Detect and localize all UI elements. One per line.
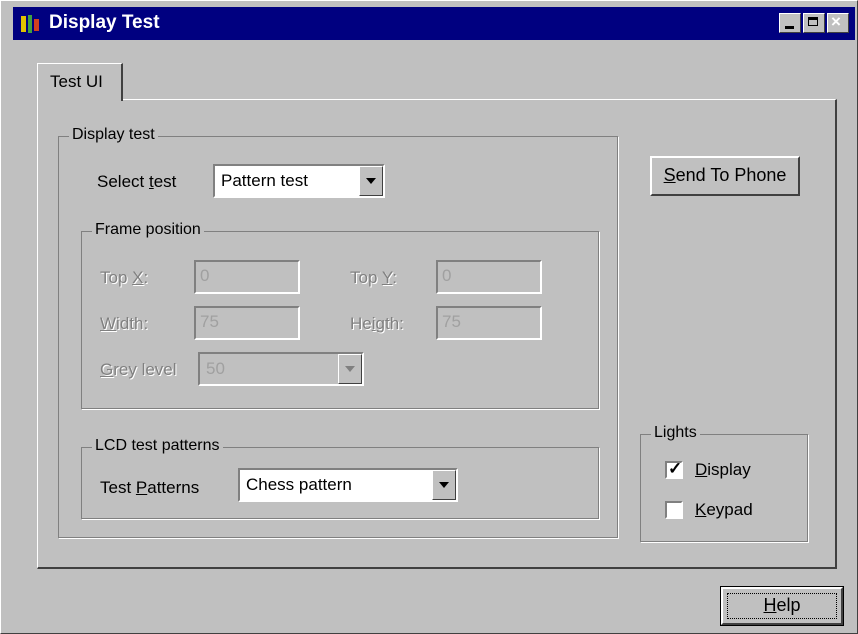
window-title: Display Test xyxy=(49,12,160,33)
app-icon xyxy=(21,15,39,33)
heigth-field: 75 xyxy=(436,306,542,340)
heigth-label: Heigth: xyxy=(350,314,404,333)
width-field: 75 xyxy=(194,306,300,340)
chevron-down-icon[interactable] xyxy=(432,470,456,500)
keypad-checkbox[interactable] xyxy=(665,501,683,519)
lcd-test-patterns-group: LCD test patterns Test Patterns Chess pa… xyxy=(81,437,599,519)
check-icon: ✓ xyxy=(668,459,683,478)
top-x-field: 0 xyxy=(194,260,300,294)
title-bar: Display Test × xyxy=(13,7,855,40)
select-test-label: Select test xyxy=(97,172,177,191)
chevron-down-icon xyxy=(338,354,362,384)
test-patterns-label: Test Patterns xyxy=(100,478,200,497)
top-x-label: Top X: xyxy=(100,268,149,287)
display-checkbox[interactable]: ✓ xyxy=(665,459,683,479)
close-icon: × xyxy=(831,12,841,31)
display-test-window: Display Test × Test UI Display test Sele… xyxy=(0,0,858,634)
top-y-label: Top Y: xyxy=(350,268,397,287)
keypad-checkbox-label: Keypad xyxy=(695,500,753,519)
tab-test-ui[interactable]: Test UI xyxy=(37,63,123,101)
lcd-test-patterns-group-label: LCD test patterns xyxy=(92,437,223,455)
frame-position-group-label: Frame position xyxy=(92,221,204,239)
send-to-phone-button[interactable]: Send To Phone xyxy=(650,156,800,196)
tab-label: Test UI xyxy=(50,72,103,91)
width-label: Width: xyxy=(100,314,149,333)
select-test-dropdown[interactable]: Pattern test xyxy=(213,164,385,198)
display-checkbox-label: Display xyxy=(695,460,751,479)
lights-group-label: Lights xyxy=(651,424,700,442)
top-y-field: 0 xyxy=(436,260,542,294)
display-test-group: Display test Select test Pattern test Fr… xyxy=(58,126,618,538)
frame-position-group: Frame position Top X: 0 Top Y: 0 Width: … xyxy=(81,221,599,409)
maximize-button[interactable] xyxy=(803,13,825,33)
grey-level-dropdown: 50 xyxy=(198,352,364,386)
help-button[interactable]: Help xyxy=(720,586,844,626)
close-button[interactable]: × xyxy=(827,12,849,33)
focus-rect xyxy=(727,593,837,619)
grey-level-value: 50 xyxy=(206,359,225,378)
test-patterns-dropdown[interactable]: Chess pattern xyxy=(238,468,458,502)
test-patterns-value: Chess pattern xyxy=(246,475,352,494)
lights-group: Lights ✓ Display Keypad xyxy=(640,424,808,542)
grey-level-label: Grey level xyxy=(100,360,177,379)
chevron-down-icon[interactable] xyxy=(359,166,383,196)
minimize-button[interactable] xyxy=(779,13,801,33)
tab-panel: Display test Select test Pattern test Fr… xyxy=(37,99,837,569)
select-test-value: Pattern test xyxy=(221,171,308,190)
display-test-group-label: Display test xyxy=(69,126,158,144)
